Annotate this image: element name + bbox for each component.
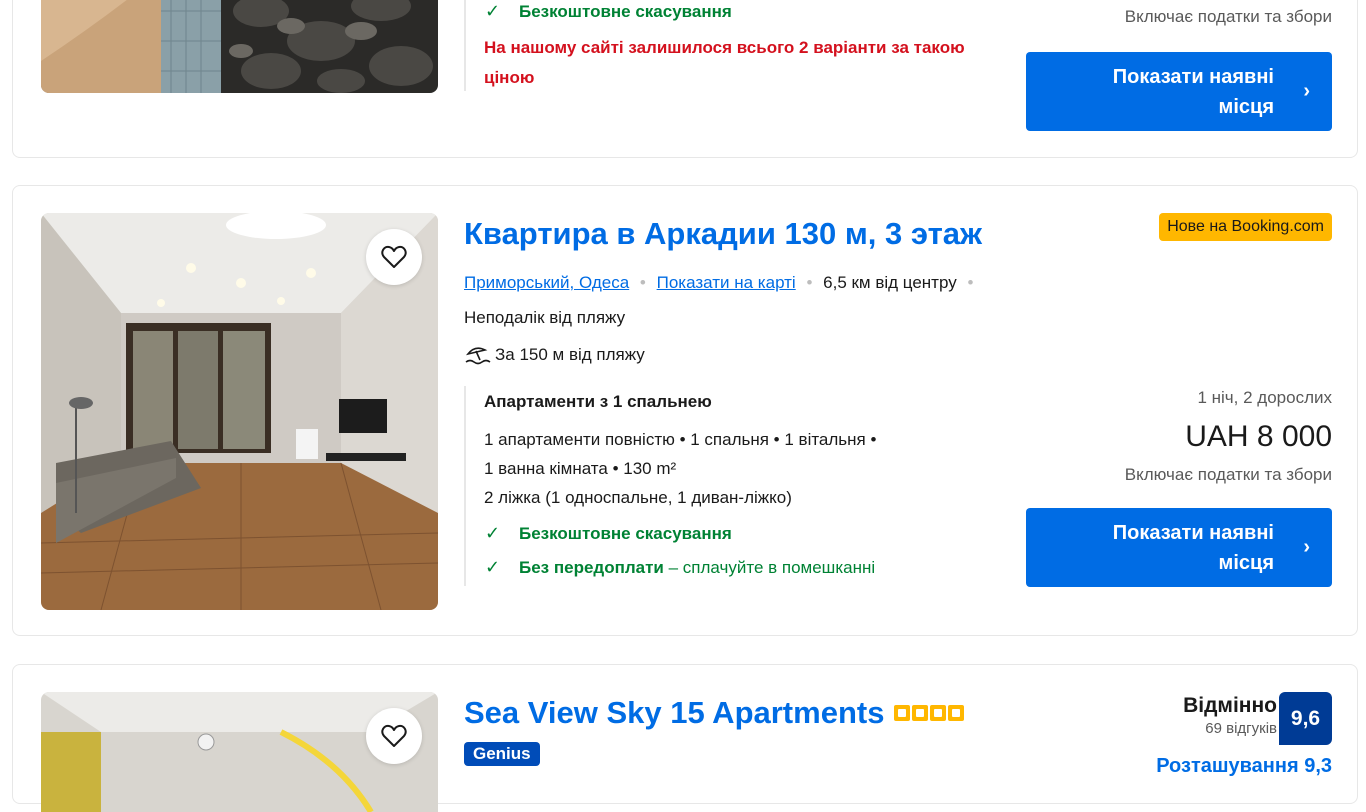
- star-icon: [894, 705, 911, 721]
- free-cancellation: ✓ Безкоштовне скасування: [485, 523, 732, 543]
- property-card: Sea View Sky 15 Apartments Genius Відмін…: [12, 664, 1358, 812]
- taxes-note: Включає податки та збори: [1124, 7, 1332, 26]
- room-details: 1 апартаменти повністю • 1 спальня • 1 в…: [484, 430, 877, 507]
- show-availability-button[interactable]: Показати наявні місця ›: [1026, 508, 1332, 587]
- property-photo[interactable]: [41, 692, 438, 812]
- review-count: 69 відгуків: [1205, 720, 1277, 737]
- star-icon: [930, 705, 947, 721]
- checkmark-icon: ✓: [485, 1, 501, 21]
- beach-distance: За 150 м від пляжу: [465, 344, 645, 366]
- review-score-badge: 9,6: [1279, 692, 1332, 745]
- review-summary[interactable]: Відмінно 69 відгуків: [1183, 694, 1277, 737]
- genius-badge: Genius: [464, 742, 540, 766]
- chevron-right-icon: ›: [1303, 80, 1310, 102]
- district-link[interactable]: Приморський, Одеса: [464, 273, 629, 292]
- property-photo-image: [41, 0, 438, 93]
- stay-info: 1 ніч, 2 дорослих: [1197, 388, 1332, 407]
- checkmark-icon: ✓: [485, 557, 501, 577]
- star-icon: [912, 705, 929, 721]
- free-cancellation: ✓ Безкоштовне скасування: [485, 1, 732, 21]
- beach-umbrella-icon: [465, 347, 491, 365]
- unit-block-divider: [464, 386, 466, 586]
- new-on-booking-badge: Нове на Booking.com: [1159, 213, 1332, 241]
- star-rating: [894, 705, 965, 721]
- separator-dot: •: [967, 273, 974, 292]
- location-line: Приморський, Одеса • Показати на карті •…: [464, 273, 973, 293]
- rating-word: Відмінно: [1183, 694, 1277, 717]
- checkmark-icon: ✓: [485, 523, 501, 543]
- property-title-link[interactable]: Квартира в Аркадии 130 м, 3 этаж: [464, 216, 982, 252]
- show-availability-button[interactable]: Показати наявні місця ›: [1026, 52, 1332, 131]
- chevron-right-icon: ›: [1303, 536, 1310, 558]
- room-type: Апартаменти з 1 спальнею: [484, 392, 712, 411]
- property-card: ✓ Безкоштовне скасування На нашому сайті …: [12, 0, 1358, 158]
- distance-from-center: 6,5 км від центру: [823, 273, 957, 292]
- property-photo[interactable]: [41, 0, 438, 93]
- location-score: Розташування 9,3: [1156, 755, 1332, 777]
- no-prepayment: ✓ Без передоплати – сплачуйте в помешканн…: [485, 557, 876, 577]
- scarcity-message: На нашому сайті залишилося всього 2 варі…: [484, 38, 965, 87]
- save-favorite-button[interactable]: [366, 708, 422, 764]
- separator-dot: •: [806, 273, 813, 292]
- taxes-note: Включає податки та збори: [1124, 465, 1332, 484]
- star-icon: [948, 705, 965, 721]
- title-row: Sea View Sky 15 Apartments: [464, 695, 965, 731]
- property-photo[interactable]: [41, 213, 438, 610]
- save-favorite-button[interactable]: [366, 229, 422, 285]
- show-on-map-link[interactable]: Показати на карті: [657, 273, 796, 292]
- heart-icon: [381, 245, 407, 268]
- property-card: Квартира в Аркадии 130 м, 3 этаж Нове на…: [12, 185, 1358, 636]
- heart-icon: [381, 724, 407, 747]
- unit-block-divider: [464, 0, 466, 91]
- price: UAH 8 000: [1185, 420, 1332, 453]
- property-title-link[interactable]: Sea View Sky 15 Apartments: [464, 695, 884, 731]
- near-beach-label: Неподалік від пляжу: [464, 308, 626, 327]
- separator-dot: •: [639, 273, 646, 292]
